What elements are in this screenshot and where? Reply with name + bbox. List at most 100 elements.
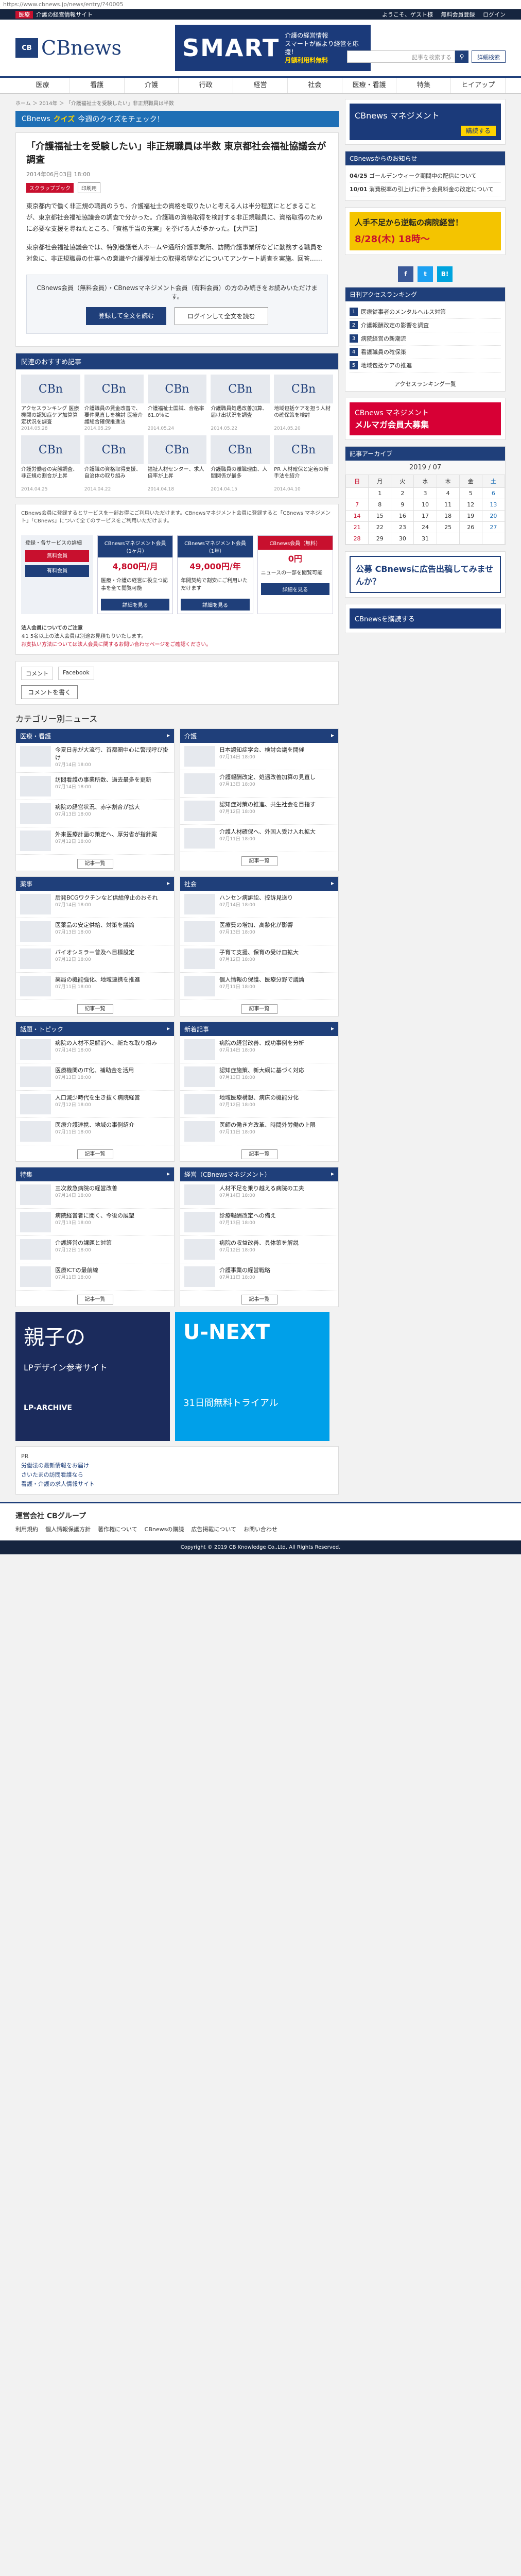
category-more-button[interactable]: 記事一覧 (77, 1149, 113, 1159)
category-item[interactable]: 医療介護連携、地域の事例紹介 07月11日 18:00 (16, 1118, 174, 1145)
facebook-icon[interactable]: f (398, 266, 413, 282)
subscribe-button[interactable]: 購読する (460, 126, 496, 136)
calendar-day[interactable]: 31 (413, 533, 437, 545)
ranking-item[interactable]: 2 介護報酬改定の影響を調査 (350, 319, 501, 332)
notice-link[interactable]: 消費税率の引上げに伴う会員料金の改定について (369, 186, 494, 193)
category-name[interactable]: 経営（CBnewsマネジメント） (184, 1170, 271, 1179)
pr-link[interactable]: 労働法の最新情報をお届け (21, 1461, 333, 1470)
category-item[interactable]: 今夏日赤が大流行、首都圏中心に警戒呼び掛け 07月14日 18:00 (16, 743, 174, 773)
ranking-item[interactable]: 5 地域包括ケアの推進 (350, 359, 501, 372)
category-item[interactable]: 個人情報の保護、医療分野で議論 07月11日 18:00 (180, 973, 338, 1000)
related-article[interactable]: CBn 介護職の資格取得支援、自治体の取り組み 2014.04.22 (84, 435, 144, 492)
category-item[interactable]: 病院の収益改善、具体策を解説 07月12日 18:00 (180, 1236, 338, 1263)
breadcrumb[interactable]: ホーム ＞ 2014年 ＞ 「介護福祉士を受験したい」非正規職員は半数 (15, 99, 339, 107)
category-item[interactable]: 外来医療計画の策定へ、厚労省が指針案 07月12日 18:00 (16, 827, 174, 855)
category-more-button[interactable]: 記事一覧 (241, 1149, 277, 1159)
footer-link[interactable]: 広告掲載について (191, 1525, 236, 1533)
plan-detail-button[interactable]: 詳細を見る (101, 599, 170, 611)
calendar-day[interactable]: 14 (345, 510, 369, 522)
advanced-search-button[interactable]: 詳細検索 (472, 50, 506, 63)
mailmag-ad[interactable]: CBnews マネジメント メルマガ会員大募集 (345, 398, 506, 440)
seminar-ad[interactable]: 人手不足から逆転の病院経営！ 8/28(木) 18時〜 (345, 207, 506, 255)
twitter-icon[interactable]: t (418, 266, 433, 282)
related-article[interactable]: CBn 介護職員の離職理由、人間関係が最多 2014.04.15 (211, 435, 270, 492)
category-more-button[interactable]: 記事一覧 (241, 1004, 277, 1014)
category-item[interactable]: 人材不足を乗り越える病院の工夫 07月14日 18:00 (180, 1181, 338, 1209)
notice-link[interactable]: ゴールデンウィーク期間中の配信について (369, 173, 477, 179)
category-item[interactable]: 地域医療構想、病床の機能分化 07月12日 18:00 (180, 1091, 338, 1118)
nav-item[interactable]: 経営 (233, 78, 288, 93)
category-item[interactable]: 病院の経営改善、成功事例を分析 07月14日 18:00 (180, 1036, 338, 1063)
category-item[interactable]: 日本認知症学会、検討会議を開催 07月14日 18:00 (180, 743, 338, 770)
category-item[interactable]: 医薬品の安定供給、対策を議論 07月13日 18:00 (16, 918, 174, 945)
calendar-day[interactable]: 30 (391, 533, 414, 545)
ranking-item[interactable]: 4 看護職員の確保策 (350, 346, 501, 359)
rss-icon[interactable]: ▸ (167, 1170, 170, 1179)
related-article[interactable]: CBn 介護労働者の実態調査、非正規の割合が上昇 2014.04.25 (21, 435, 80, 492)
rss-icon[interactable]: ▸ (331, 732, 334, 740)
footer-link[interactable]: お問い合わせ (244, 1525, 277, 1533)
tab-facebook[interactable]: Facebook (58, 667, 94, 680)
calendar-day[interactable]: 16 (391, 510, 414, 522)
calendar-day[interactable]: 28 (345, 533, 369, 545)
nav-item[interactable]: 社会 (288, 78, 342, 93)
category-item[interactable]: 病院の人材不足解消へ、新たな取り組み 07月14日 18:00 (16, 1036, 174, 1063)
related-article[interactable]: CBn 地域包括ケアを担う人材の確保策を検討 2014.05.20 (274, 375, 333, 431)
ranking-more-link[interactable]: アクセスランキング一覧 (345, 377, 505, 391)
category-more-button[interactable]: 記事一覧 (77, 1004, 113, 1014)
tab-comment[interactable]: コメント (21, 667, 53, 680)
category-item[interactable]: 認知症対策の推進、共生社会を目指す 07月12日 18:00 (180, 798, 338, 825)
calendar-day[interactable]: 4 (436, 487, 460, 499)
category-item[interactable]: 医療機関のIT化、補助金を活用 07月13日 18:00 (16, 1063, 174, 1091)
category-more-button[interactable]: 記事一覧 (241, 856, 277, 866)
category-more-button[interactable]: 記事一覧 (77, 1295, 113, 1304)
category-more-button[interactable]: 記事一覧 (77, 859, 113, 869)
calendar-day[interactable]: 25 (436, 521, 460, 533)
unext-ad[interactable]: U-NEXT 31日間無料トライアル (175, 1312, 329, 1441)
related-article[interactable]: CBn 福祉人材センター、求人倍率が上昇 2014.04.18 (147, 435, 207, 492)
nav-item[interactable]: 医療・看護 (342, 78, 397, 93)
ranking-item[interactable]: 1 医療従事者のメンタルヘルス対策 (350, 306, 501, 319)
footer-link[interactable]: 個人情報保護方針 (45, 1525, 91, 1533)
rss-icon[interactable]: ▸ (331, 1025, 334, 1033)
category-item[interactable]: 介護事業の経営戦略 07月11日 18:00 (180, 1263, 338, 1291)
print-button[interactable]: 印刷用 (77, 182, 100, 193)
pr-link[interactable]: さいたまの訪問看護なら (21, 1470, 333, 1480)
category-item[interactable]: バイオシミラー普及へ目標設定 07月12日 18:00 (16, 945, 174, 973)
footer-link[interactable]: 利用規約 (15, 1525, 38, 1533)
rss-icon[interactable]: ▸ (331, 1170, 334, 1179)
ranking-item[interactable]: 3 病院経営の新潮流 (350, 332, 501, 346)
category-item[interactable]: 薬局の機能強化、地域連携を推進 07月11日 18:00 (16, 973, 174, 1000)
category-item[interactable]: 介護報酬改定、処遇改善加算の見直し 07月13日 18:00 (180, 770, 338, 798)
pr-link[interactable]: 看護・介護の求人情報サイト (21, 1480, 333, 1489)
nav-item[interactable]: 特集 (396, 78, 451, 93)
category-item[interactable]: 病院経営者に聞く、今後の展望 07月13日 18:00 (16, 1209, 174, 1236)
category-item[interactable]: 訪問看護の事業所数、過去最多を更新 07月14日 18:00 (16, 773, 174, 800)
calendar-day[interactable]: 5 (459, 487, 482, 499)
plan-detail-button[interactable]: 詳細を見る (260, 583, 329, 595)
rss-box[interactable]: CBnewsを購読する (345, 604, 506, 633)
calendar-day[interactable]: 27 (481, 521, 506, 533)
category-name[interactable]: 特集 (20, 1170, 32, 1179)
category-item[interactable]: 診療報酬改定への備え 07月13日 18:00 (180, 1209, 338, 1236)
nav-item[interactable]: 看護 (70, 78, 125, 93)
hatena-icon[interactable]: B! (437, 266, 453, 282)
search-button[interactable]: ⚲ (455, 50, 468, 63)
category-item[interactable]: ハンセン病訴訟、控訴見送り 07月14日 18:00 (180, 891, 338, 918)
calendar-day[interactable]: 20 (481, 510, 506, 522)
related-article[interactable]: CBn 介護職員処遇改善加算、届け出状況を調査 2014.05.22 (211, 375, 270, 431)
lp-archive-ad[interactable]: 親子の LPデザイン参考サイト LP-ARCHIVE (15, 1312, 170, 1441)
calendar-day[interactable]: 9 (391, 499, 414, 511)
related-article[interactable]: CBn アクセスランキング 医療機関の認知症ケア加算算定状況を調査 2014.05.… (21, 375, 80, 431)
category-name[interactable]: 医療・看護 (20, 732, 51, 740)
category-item[interactable]: 介護人材確保へ、外国人受け入れ拡大 07月11日 18:00 (180, 825, 338, 852)
category-item[interactable]: 介護経営の課題と対策 07月12日 18:00 (16, 1236, 174, 1263)
calendar-day[interactable]: 7 (345, 499, 369, 511)
register-link[interactable]: 無料会員登録 (441, 11, 475, 18)
search-input[interactable]: 記事を検索する (347, 50, 455, 63)
calendar-day[interactable]: 29 (368, 533, 392, 545)
calendar-day[interactable]: 21 (345, 521, 369, 533)
related-article[interactable]: CBn 介護福祉士国試、合格率61.0％に 2014.05.24 (147, 375, 207, 431)
category-item[interactable]: 人口減少時代を生き抜く病院経営 07月12日 18:00 (16, 1091, 174, 1118)
calendar-day[interactable]: 22 (368, 521, 392, 533)
